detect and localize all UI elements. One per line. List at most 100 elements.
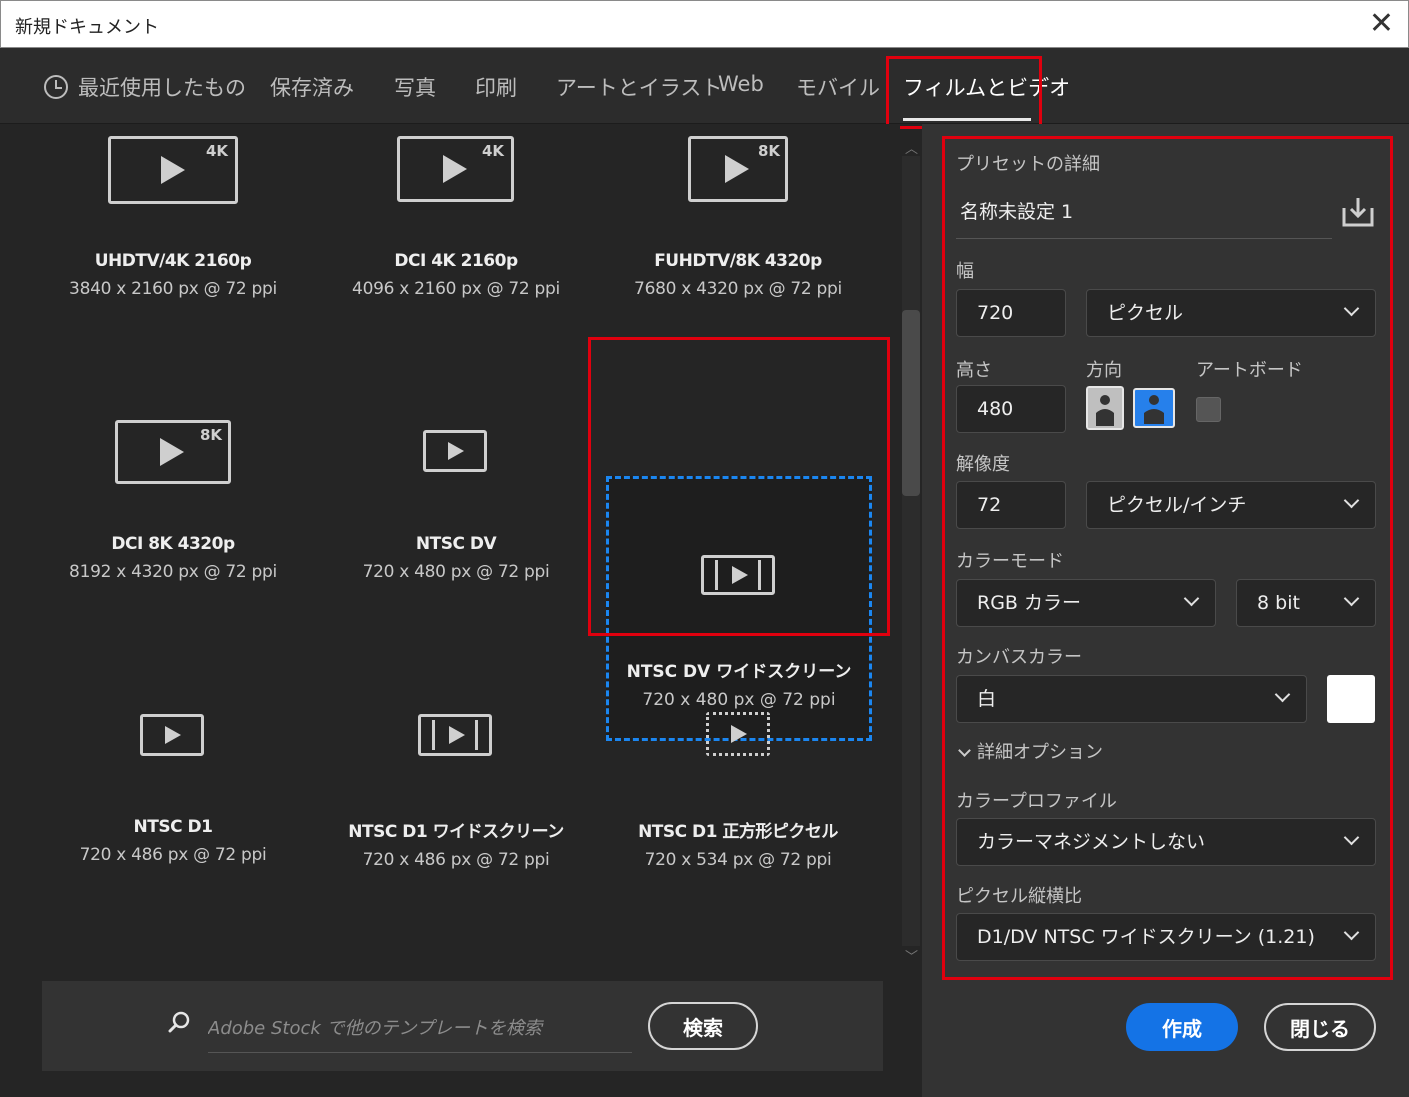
preset-size: 3840 x 2160 px @ 72 ppi — [69, 279, 277, 299]
advanced-options-label: 詳細オプション — [977, 742, 1103, 763]
preset-card[interactable]: NTSC D1 正方形ピクセル 720 x 534 px @ 72 ppi — [598, 702, 878, 872]
color-profile-select[interactable]: カラーマネジメントしない — [956, 818, 1376, 866]
preset-scrollbar[interactable]: ︿ ﹀ — [900, 136, 922, 968]
play-icon — [731, 725, 747, 743]
preset-name: NTSC D1 ワイドスクリーン — [348, 822, 564, 842]
window-title: 新規ドキュメント — [15, 17, 159, 38]
resolution-badge: 8K — [757, 142, 780, 160]
preset-size: 720 x 486 px @ 72 ppi — [362, 850, 550, 870]
stock-search-input[interactable] — [208, 1005, 632, 1053]
save-preset-icon[interactable] — [1341, 196, 1375, 228]
canvas-color-swatch[interactable] — [1327, 675, 1375, 723]
select-value: カラーマネジメントしない — [977, 831, 1206, 853]
preset-name: NTSC DV ワイドスクリーン — [626, 662, 852, 682]
width-label: 幅 — [956, 261, 974, 282]
close-button[interactable]: 閉じる — [1264, 1003, 1376, 1051]
color-mode-select[interactable]: RGB カラー — [956, 579, 1216, 627]
preset-card[interactable]: NTSC DV 720 x 480 px @ 72 ppi — [316, 420, 596, 590]
chevron-down-icon — [1343, 492, 1360, 509]
video-icon — [423, 430, 487, 472]
preset-card[interactable]: 8K DCI 8K 4320p 8192 x 4320 px @ 72 ppi — [33, 420, 313, 590]
preset-name: NTSC D1 — [133, 817, 213, 837]
select-value: RGB カラー — [977, 592, 1081, 614]
preset-grid: 4K UHDTV/4K 2160p 3840 x 2160 px @ 72 pp… — [0, 124, 900, 974]
search-button[interactable]: 検索 — [648, 1002, 758, 1050]
preset-card[interactable]: 8K FUHDTV/8K 4320p 7680 x 4320 px @ 72 p… — [598, 136, 878, 306]
canvas-color-select[interactable]: 白 — [956, 675, 1307, 723]
play-icon — [160, 438, 184, 466]
canvas-color-label: カンバスカラー — [956, 647, 1082, 668]
tab-label: 最近使用したもの — [78, 76, 246, 100]
tab-recent[interactable]: 最近使用したもの — [44, 72, 246, 102]
chevron-down-icon — [1183, 590, 1200, 607]
resolution-input[interactable]: 72 — [956, 481, 1066, 529]
width-input[interactable]: 720 — [956, 289, 1066, 337]
category-tabs: 最近使用したもの 保存済み 写真 印刷 アートとイラスト Web モバイル フィ… — [0, 48, 1409, 124]
active-tab-indicator — [903, 118, 1031, 121]
landscape-orientation-icon[interactable] — [1133, 386, 1175, 430]
color-mode-label: カラーモード — [956, 551, 1064, 572]
video-icon: 4K — [108, 136, 238, 204]
preset-name: DCI 8K 4320p — [111, 534, 235, 554]
preset-size: 720 x 486 px @ 72 ppi — [79, 845, 267, 865]
chevron-down-icon — [1343, 300, 1360, 317]
preset-details-heading: プリセットの詳細 — [956, 154, 1100, 175]
advanced-options-toggle[interactable]: 詳細オプション — [956, 738, 1103, 764]
preset-card[interactable]: NTSC D1 720 x 486 px @ 72 ppi — [33, 702, 313, 872]
tab-web[interactable]: Web — [718, 72, 764, 96]
scroll-down-icon[interactable]: ﹀ — [905, 946, 918, 965]
create-button[interactable]: 作成 — [1126, 1003, 1238, 1051]
resolution-badge: 4K — [205, 142, 228, 160]
play-icon — [443, 155, 467, 183]
bit-depth-select[interactable]: 8 bit — [1236, 579, 1376, 627]
resolution-badge: 4K — [481, 142, 504, 160]
select-value: ピクセル/インチ — [1107, 494, 1247, 516]
scroll-thumb[interactable] — [902, 310, 920, 496]
tab-film-video[interactable]: フィルムとビデオ — [903, 72, 1070, 102]
preset-card[interactable]: 4K DCI 4K 2160p 4096 x 2160 px @ 72 ppi — [316, 136, 596, 306]
preset-name: NTSC D1 正方形ピクセル — [638, 822, 838, 842]
preset-name: UHDTV/4K 2160p — [94, 251, 252, 271]
tab-saved[interactable]: 保存済み — [270, 72, 354, 102]
preset-card[interactable]: NTSC D1 ワイドスクリーン 720 x 486 px @ 72 ppi — [316, 702, 596, 872]
pixel-aspect-label: ピクセル縦横比 — [956, 886, 1082, 907]
preset-name: FUHDTV/8K 4320p — [654, 251, 822, 271]
preset-card[interactable]: 4K UHDTV/4K 2160p 3840 x 2160 px @ 72 pp… — [33, 136, 313, 306]
artboard-label: アートボード — [1196, 360, 1303, 381]
tab-art-illustration[interactable]: アートとイラスト — [556, 72, 722, 102]
height-input[interactable]: 480 — [956, 385, 1066, 433]
widescreen-video-icon — [701, 555, 775, 595]
preset-size: 720 x 480 px @ 72 ppi — [362, 562, 550, 582]
video-icon: 8K — [115, 420, 231, 484]
search-icon — [168, 1011, 190, 1033]
document-name-field[interactable]: 名称未設定 1 — [956, 189, 1332, 239]
select-value: 8 bit — [1257, 592, 1300, 614]
widescreen-video-icon — [418, 714, 492, 756]
play-icon — [165, 726, 181, 744]
play-icon — [725, 155, 749, 183]
color-profile-label: カラープロファイル — [956, 791, 1117, 812]
play-icon — [449, 726, 465, 744]
chevron-down-icon — [1343, 829, 1360, 846]
video-icon: 8K — [688, 136, 788, 202]
resolution-badge: 8K — [199, 426, 222, 444]
tab-photo[interactable]: 写真 — [394, 72, 436, 102]
pixel-aspect-select[interactable]: D1/DV NTSC ワイドスクリーン (1.21) — [956, 913, 1376, 961]
stock-search-bar: 検索 — [42, 981, 883, 1071]
square-pixel-video-icon — [706, 712, 770, 756]
width-unit-select[interactable]: ピクセル — [1086, 289, 1376, 337]
height-label: 高さ — [956, 360, 992, 381]
title-bar: 新規ドキュメント ✕ — [0, 0, 1409, 48]
preset-name: DCI 4K 2160p — [394, 251, 518, 271]
select-value: 白 — [977, 688, 997, 710]
scroll-track — [902, 156, 920, 946]
preset-size: 8192 x 4320 px @ 72 ppi — [69, 562, 277, 582]
resolution-unit-select[interactable]: ピクセル/インチ — [1086, 481, 1376, 529]
portrait-orientation-icon[interactable] — [1086, 386, 1124, 430]
scroll-up-icon[interactable]: ︿ — [905, 138, 918, 157]
tab-print[interactable]: 印刷 — [475, 72, 517, 102]
preset-name: NTSC DV — [415, 534, 497, 554]
artboard-checkbox[interactable] — [1196, 397, 1221, 422]
close-icon[interactable]: ✕ — [1369, 7, 1394, 41]
tab-mobile[interactable]: モバイル — [796, 72, 880, 102]
